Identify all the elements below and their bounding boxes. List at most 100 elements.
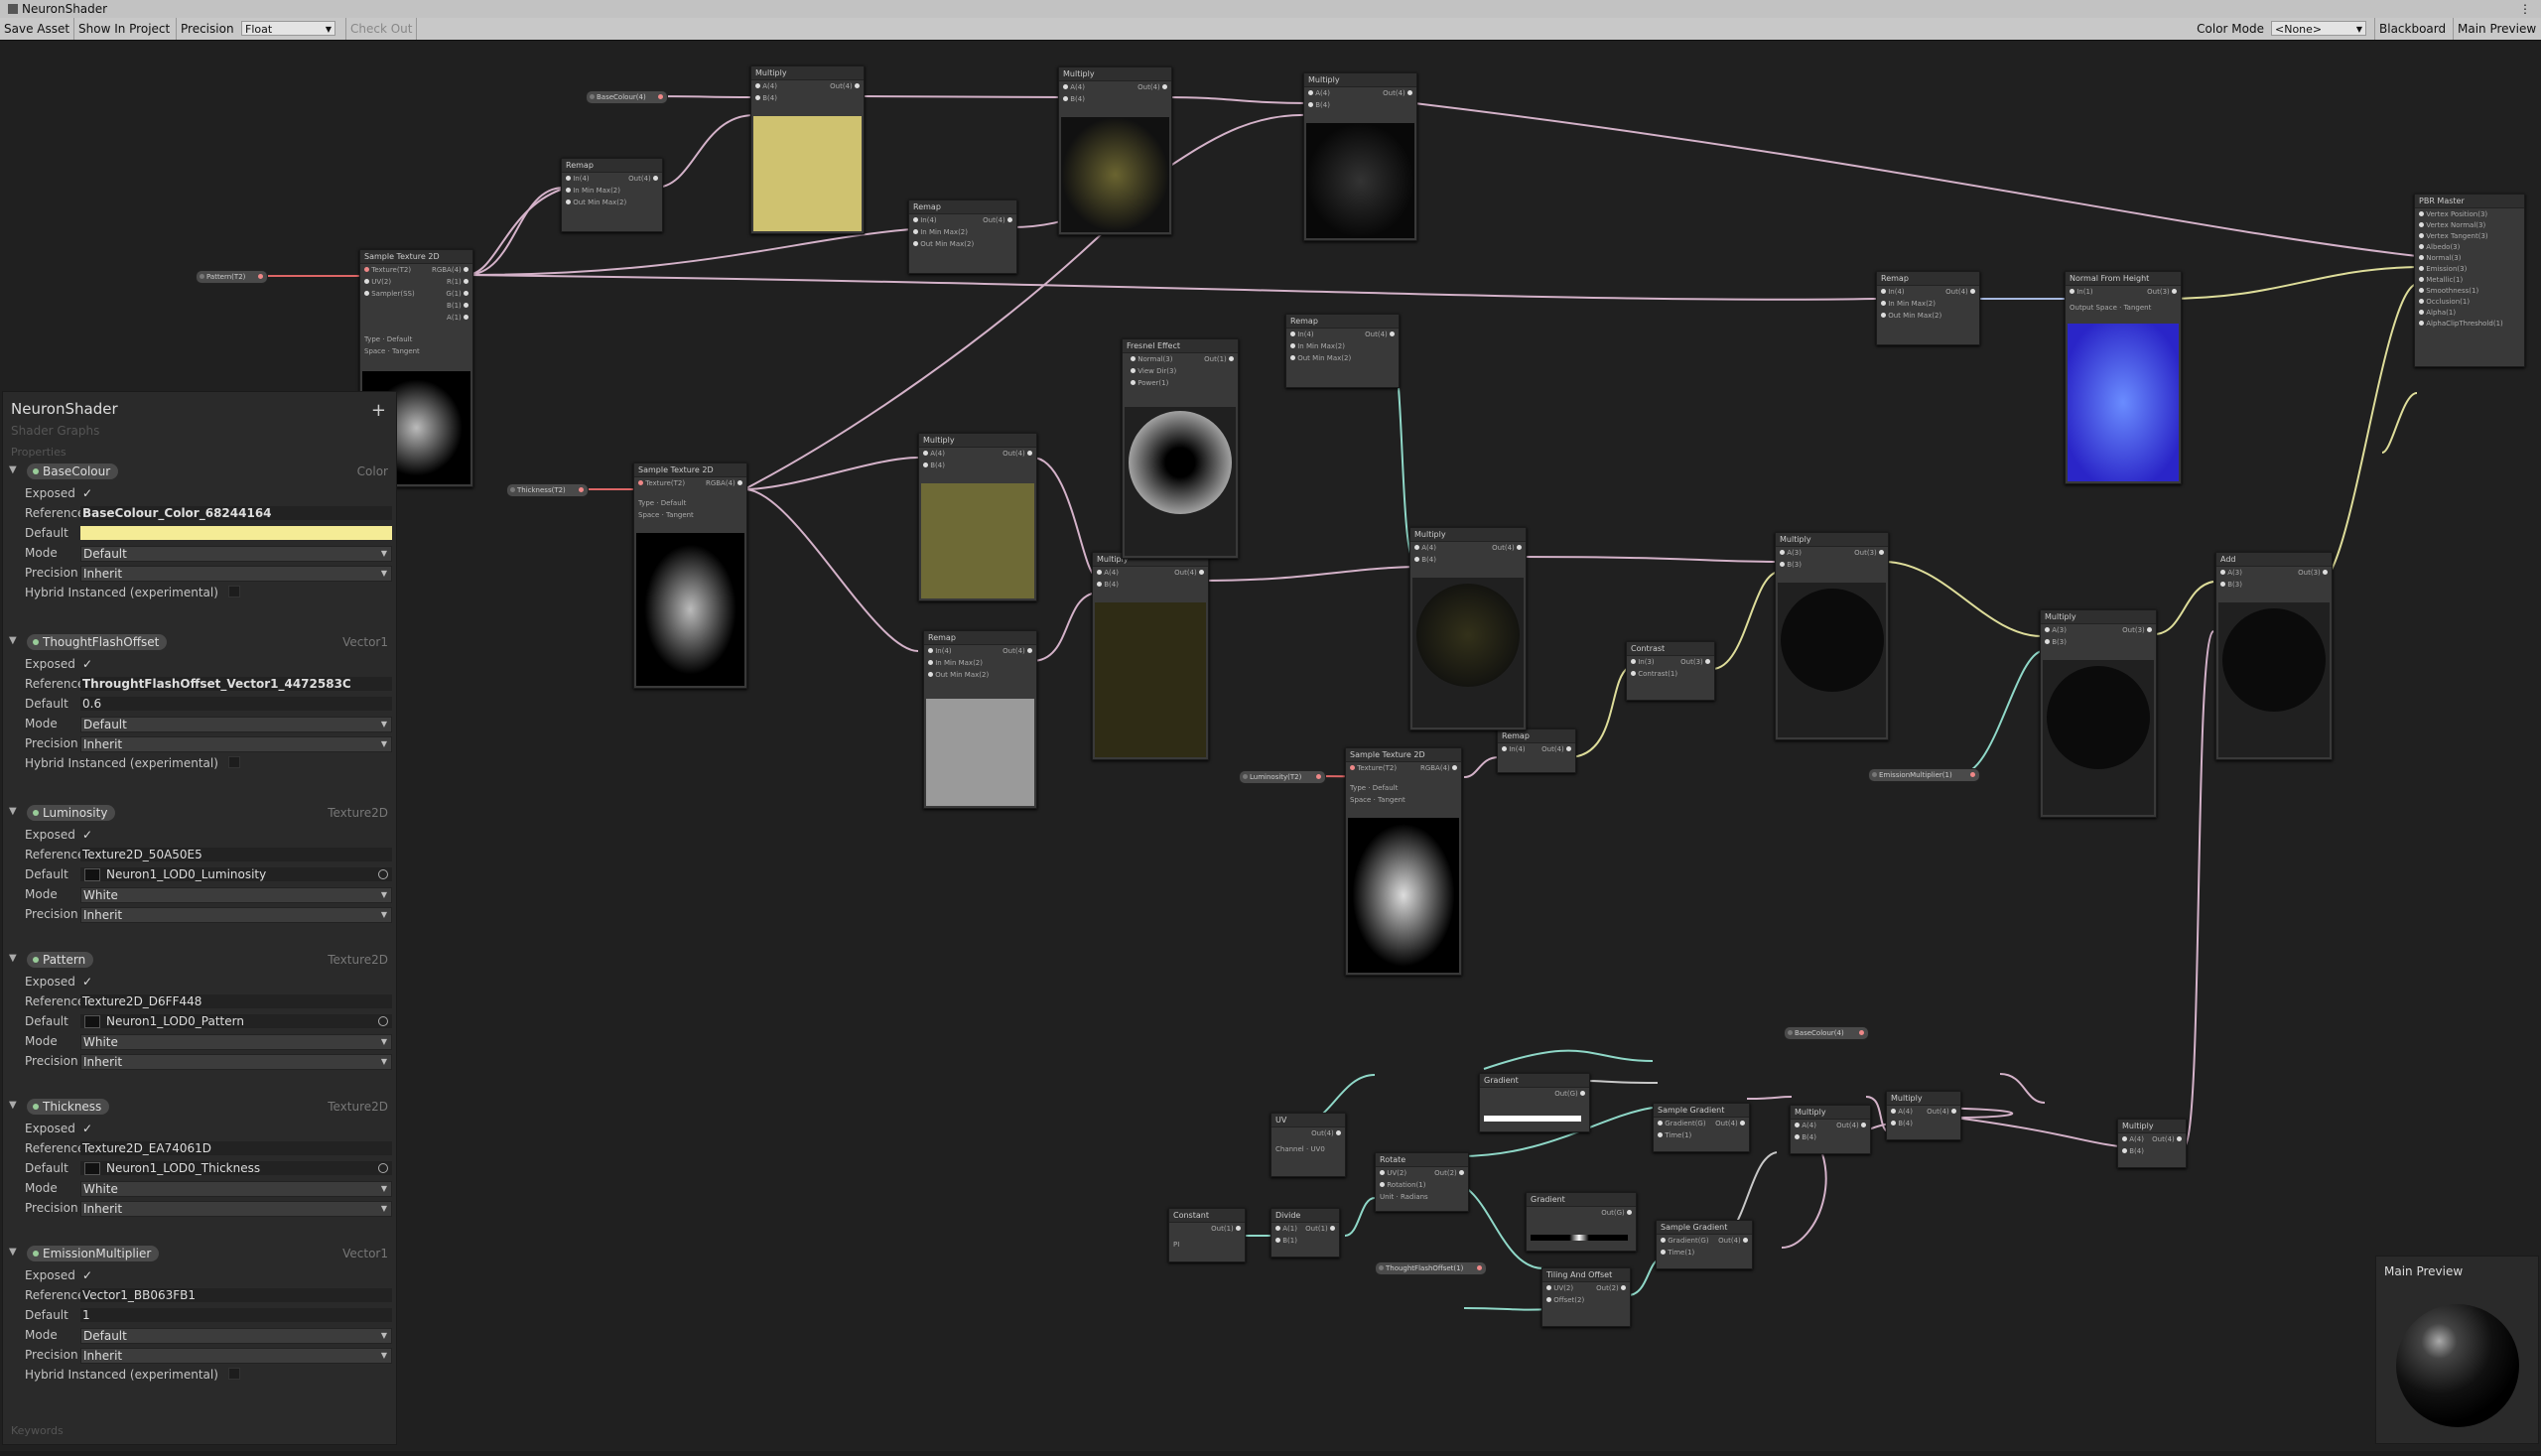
- output-port[interactable]: Out(1): [1305, 1225, 1335, 1233]
- fresnel-effect-node[interactable]: Fresnel Effect Normal(3) View Dir(3) Pow…: [1122, 338, 1239, 559]
- hybrid-checkbox[interactable]: [227, 1368, 240, 1380]
- save-asset-button[interactable]: Save Asset: [0, 18, 74, 40]
- output-port[interactable]: Out(3): [2147, 288, 2177, 296]
- output-port[interactable]: Out(3): [2298, 569, 2328, 577]
- remap-node[interactable]: Remap In(4) Out(4): [1497, 728, 1576, 773]
- reference-field[interactable]: BaseColour_Color_68244164: [80, 506, 392, 520]
- input-port[interactable]: A(4): [1097, 569, 1119, 577]
- input-port[interactable]: UV(2): [1546, 1284, 1573, 1292]
- precision-dropdown[interactable]: Inherit ▼: [80, 566, 392, 582]
- port-dot[interactable]: [579, 487, 584, 492]
- remap-node[interactable]: Remap In(4) In Min Max(2) Out Min Max(2)…: [908, 199, 1017, 274]
- output-port[interactable]: G(1): [446, 290, 468, 298]
- main-preview-panel[interactable]: Main Preview: [2375, 1256, 2539, 1444]
- type-field[interactable]: Type · Default: [364, 335, 412, 343]
- window-menu-icon[interactable]: ⋮: [2519, 0, 2531, 18]
- output-port[interactable]: Out(4): [1492, 544, 1522, 552]
- reference-field[interactable]: Texture2D_50A50E5: [80, 848, 392, 861]
- precision-dropdown[interactable]: Float ▼: [241, 21, 335, 36]
- input-port[interactable]: Out Min Max(2): [1881, 312, 1941, 320]
- input-port[interactable]: B(4): [1097, 581, 1119, 589]
- port-dot[interactable]: [1316, 774, 1321, 779]
- mode-dropdown[interactable]: White ▼: [80, 1181, 392, 1197]
- output-space-field[interactable]: Output Space · Tangent: [2070, 304, 2151, 312]
- chevron-down-icon[interactable]: ▼: [9, 953, 17, 964]
- preview-sphere[interactable]: [2396, 1304, 2519, 1427]
- default-field[interactable]: 1: [80, 1308, 392, 1322]
- exposed-checkbox[interactable]: ✓: [80, 975, 392, 989]
- chevron-down-icon[interactable]: ▼: [9, 1100, 17, 1111]
- show-in-project-button[interactable]: Show In Project: [74, 18, 177, 40]
- mode-dropdown[interactable]: Default ▼: [80, 546, 392, 562]
- precision-dropdown[interactable]: Inherit ▼: [80, 736, 392, 752]
- input-port[interactable]: Time(1): [1661, 1249, 1694, 1257]
- gradient-node[interactable]: Gradient Out(G): [1526, 1192, 1637, 1252]
- property-header[interactable]: ▼ EmissionMultiplier Vector1: [3, 1244, 396, 1263]
- precision-dropdown[interactable]: Inherit ▼: [80, 1348, 392, 1364]
- output-port[interactable]: Out(4): [1718, 1237, 1748, 1245]
- sample-texture-node[interactable]: Sample Texture 2D Texture(T2) RGBA(4) Ty…: [633, 463, 747, 689]
- input-port[interactable]: In(4): [928, 647, 952, 655]
- precision-dropdown[interactable]: Inherit ▼: [80, 1201, 392, 1217]
- input-port[interactable]: Sampler(SS): [364, 290, 415, 298]
- input-port[interactable]: Rotation(1): [1380, 1181, 1425, 1189]
- output-port[interactable]: R(1): [447, 278, 468, 286]
- pbr-input-port[interactable]: Metallic(1): [2419, 276, 2463, 284]
- pbr-input-port[interactable]: Normal(3): [2419, 254, 2461, 262]
- output-port[interactable]: B(1): [447, 302, 468, 310]
- input-port[interactable]: Power(1): [1131, 379, 1168, 387]
- type-field[interactable]: Type · Default: [1350, 784, 1398, 792]
- input-port[interactable]: B(4): [1891, 1120, 1913, 1127]
- multiply-node[interactable]: Multiply A(4) B(4) Out(4): [1303, 72, 1417, 241]
- input-port[interactable]: A(4): [1414, 544, 1436, 552]
- exposed-checkbox[interactable]: ✓: [80, 1268, 392, 1282]
- output-port[interactable]: Out(4): [1541, 745, 1571, 753]
- input-port[interactable]: A(4): [1063, 83, 1085, 91]
- divide-node[interactable]: Divide A(1) B(1) Out(1): [1270, 1208, 1340, 1257]
- sample-gradient-node[interactable]: Sample Gradient Gradient(G) Time(1) Out(…: [1656, 1220, 1753, 1269]
- pbr-input-port[interactable]: Vertex Position(3): [2419, 210, 2487, 218]
- port-dot[interactable]: [258, 274, 263, 279]
- input-port[interactable]: In Min Max(2): [566, 187, 620, 195]
- input-port[interactable]: Gradient(G): [1658, 1120, 1706, 1127]
- pbr-master-node[interactable]: PBR Master Vertex Position(3) Vertex Nor…: [2414, 194, 2525, 367]
- output-port[interactable]: Out(4): [983, 216, 1012, 224]
- pbr-input-port[interactable]: Smoothness(1): [2419, 287, 2478, 295]
- pbr-input-port[interactable]: Vertex Normal(3): [2419, 221, 2485, 229]
- input-port[interactable]: In(4): [566, 175, 590, 183]
- space-field[interactable]: Space · Tangent: [638, 511, 694, 519]
- space-field[interactable]: Space · Tangent: [364, 347, 420, 355]
- input-port[interactable]: In(3): [1631, 658, 1655, 666]
- pbr-input-port[interactable]: Alpha(1): [2419, 309, 2456, 317]
- object-picker-icon[interactable]: [378, 1163, 388, 1173]
- input-port[interactable]: A(3): [2220, 569, 2242, 577]
- object-picker-icon[interactable]: [378, 869, 388, 879]
- input-port[interactable]: B(4): [1795, 1133, 1816, 1141]
- color-mode-dropdown[interactable]: <None> ▼: [2271, 21, 2366, 36]
- input-port[interactable]: A(4): [755, 82, 777, 90]
- normal-from-height-node[interactable]: Normal From Height In(1) Out(3) Output S…: [2065, 271, 2182, 484]
- main-preview-toggle[interactable]: Main Preview: [2454, 18, 2541, 40]
- pbr-input-port[interactable]: Vertex Tangent(3): [2419, 232, 2488, 240]
- gradient-swatch[interactable]: [1484, 1116, 1581, 1122]
- luminosity-property-pill[interactable]: Luminosity(T2): [1239, 770, 1326, 784]
- multiply-node[interactable]: Multiply A(4) B(4) Out(4): [1886, 1091, 1961, 1140]
- property-header[interactable]: ▼ Pattern Texture2D: [3, 950, 396, 970]
- input-port[interactable]: View Dir(3): [1131, 367, 1176, 375]
- multiply-node[interactable]: Multiply A(4) B(4) Out(4): [1058, 66, 1172, 235]
- sample-gradient-node[interactable]: Sample Gradient Gradient(G) Time(1) Out(…: [1653, 1103, 1750, 1152]
- output-port[interactable]: A(1): [447, 314, 468, 322]
- output-port[interactable]: Out(4): [2152, 1135, 2182, 1143]
- unit-field[interactable]: Unit · Radians: [1380, 1193, 1428, 1201]
- thickness-property-pill[interactable]: Thickness(T2): [506, 483, 589, 497]
- gradient-swatch[interactable]: [1531, 1235, 1628, 1241]
- output-port[interactable]: Out(2): [1596, 1284, 1626, 1292]
- input-port[interactable]: B(3): [2220, 581, 2242, 589]
- uv-node[interactable]: UV Out(4) Channel · UV0: [1270, 1113, 1346, 1177]
- input-port[interactable]: UV(2): [364, 278, 391, 286]
- port-dot[interactable]: [658, 94, 663, 99]
- input-port[interactable]: Texture(T2): [364, 266, 411, 274]
- input-port[interactable]: B(4): [755, 94, 777, 102]
- tiling-offset-node[interactable]: Tiling And Offset UV(2) Offset(2) Out(2): [1541, 1267, 1631, 1327]
- space-field[interactable]: Space · Tangent: [1350, 796, 1405, 804]
